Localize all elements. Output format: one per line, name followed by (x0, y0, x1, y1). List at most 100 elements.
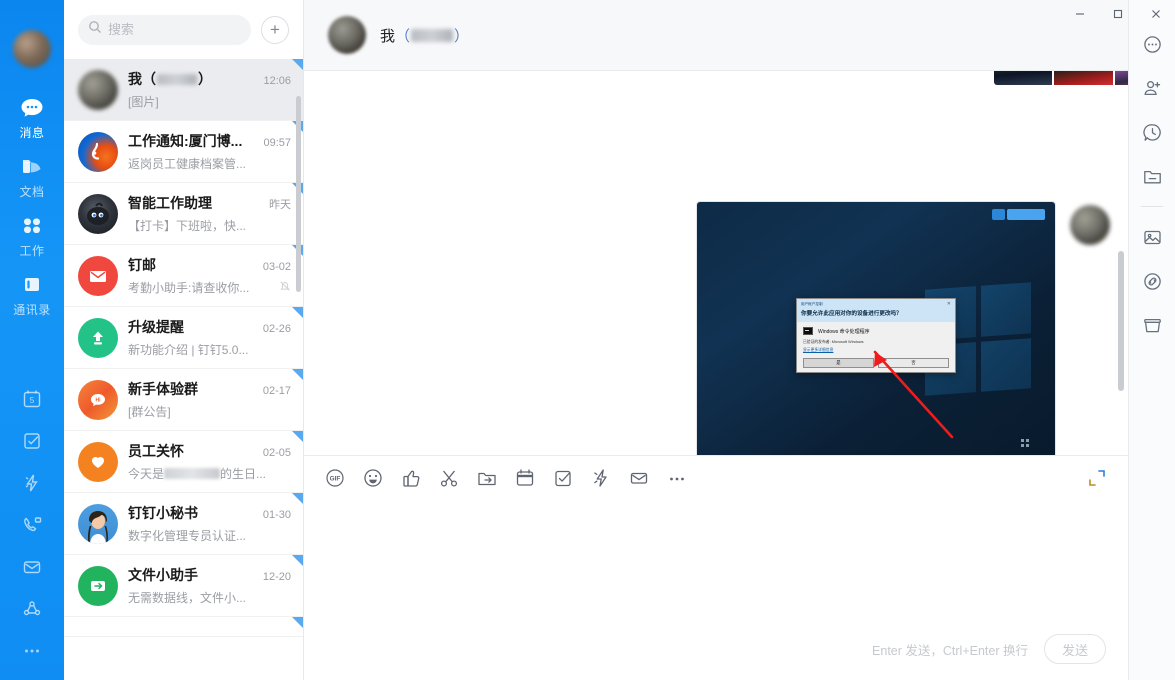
calendar-icon[interactable] (508, 461, 542, 495)
list-item-time: 02-26 (262, 323, 291, 335)
avatar (78, 317, 118, 358)
list-item[interactable]: 我（） 12:06 [图片] (64, 59, 303, 121)
sidebar-item-label: 文档 (19, 185, 45, 199)
close-icon[interactable]: ✕ (947, 301, 951, 307)
archive-box-icon[interactable] (1129, 303, 1175, 347)
folder-send-icon[interactable] (470, 461, 504, 495)
previous-image-message[interactable] (994, 71, 1128, 85)
more-dots-icon[interactable] (0, 630, 64, 672)
list-item[interactable]: 升级提醒 02-26 新功能介绍 | 钉钉5.0... (64, 307, 303, 369)
link-chain-icon[interactable] (1129, 259, 1175, 303)
history-clock-icon[interactable] (1129, 110, 1175, 154)
maximize-button[interactable] (1099, 0, 1137, 28)
envelope-icon[interactable] (622, 461, 656, 495)
sidebar-item-label: 工作 (19, 244, 45, 258)
team-share-icon[interactable] (0, 588, 64, 630)
contacts-book-icon (20, 272, 44, 298)
list-item[interactable]: 钉钉小秘书 01-30 数字化管理专员认证... (64, 493, 303, 555)
list-item-time: 02-17 (262, 385, 291, 397)
list-item-preview: 考勤小助手:请查收你... (128, 281, 250, 295)
list-item[interactable]: 员工关怀 02-05 今天是 的生日... (64, 431, 303, 493)
lightning-icon[interactable] (584, 461, 618, 495)
thumbs-up-icon[interactable] (394, 461, 428, 495)
scissors-icon[interactable] (432, 461, 466, 495)
thumb (994, 71, 1053, 85)
list-item[interactable]: Hi 新手体验群 02-17 [群公告] (64, 369, 303, 431)
list-item[interactable]: 工作通知:厦门博... 09:57 返岗员工健康档案管... (64, 121, 303, 183)
conversation-scroll[interactable]: 我（） 12:06 [图片] 工作通知:厦门博... 09:57 返岗员工健康档… (64, 59, 303, 680)
folder-icon[interactable] (1129, 154, 1175, 198)
video-call-icon[interactable] (0, 504, 64, 546)
list-item-title: 文件小助手 (128, 567, 198, 583)
calendar-5-icon[interactable]: 5 (0, 378, 64, 420)
conversation-avatar[interactable] (328, 16, 366, 54)
list-item[interactable] (64, 617, 303, 637)
sidebar-item-messages[interactable]: 消息 (0, 90, 64, 149)
send-button[interactable]: 发送 (1044, 634, 1106, 664)
sidebar-item-work[interactable]: 工作 (0, 208, 64, 267)
checkbox-task-icon[interactable] (546, 461, 580, 495)
list-item-preview: 无需数据线，文件小... (128, 591, 247, 605)
checkbox-task-icon[interactable] (0, 420, 64, 462)
sender-avatar[interactable] (1070, 205, 1110, 245)
list-item-preview: [群公告] (128, 405, 171, 419)
user-avatar[interactable] (13, 30, 51, 68)
search-input[interactable] (108, 22, 241, 37)
message-list[interactable]: 用户帐户控制 你要允许此应用对你的设备进行更改吗？ ✕ Windows 命令处理… (304, 71, 1128, 455)
expand-fullscreen-icon[interactable] (1080, 461, 1114, 495)
window-controls (1061, 0, 1175, 28)
message-row-outgoing: 用户帐户控制 你要允许此应用对你的设备进行更改吗？ ✕ Windows 命令处理… (304, 201, 1128, 455)
dingtalk-window: 消息 文档 工作 通讯录 5 搜索 + 我（ ） 12:06 [图片] 工作通知… (0, 0, 1175, 680)
sidebar-item-label: 通讯录 (13, 303, 51, 317)
more-dots-icon[interactable] (660, 461, 694, 495)
uac-no-button[interactable]: 否 (878, 358, 949, 368)
send-hint: Enter 发送，Ctrl+Enter 换行 (872, 643, 1028, 658)
unread-corner-marker (292, 59, 303, 70)
message-list-scrollbar[interactable] (1118, 251, 1124, 391)
minimize-button[interactable] (1061, 0, 1099, 28)
list-item-preview: 新功能介绍 | 钉钉5.0... (128, 343, 249, 357)
unread-corner-marker (292, 617, 303, 628)
envelope-icon[interactable] (0, 546, 64, 588)
list-item-title: 新手体验群 (128, 381, 198, 397)
screen-record-badge (992, 209, 1045, 220)
list-item-time: 12:06 (263, 75, 291, 87)
sidebar-item-docs[interactable]: 文档 (0, 149, 64, 208)
blurred-name (411, 28, 454, 42)
more-circle-icon[interactable] (1129, 22, 1175, 66)
conversation-list-scrollbar[interactable] (296, 96, 301, 292)
list-item-body: 新手体验群 02-17 [群公告] (128, 379, 291, 420)
add-person-icon[interactable] (1129, 66, 1175, 110)
message-image-uac-screenshot[interactable]: 用户帐户控制 你要允许此应用对你的设备进行更改吗？ ✕ Windows 命令处理… (696, 201, 1056, 455)
uac-details-link[interactable]: 显示更多详细信息 (803, 348, 949, 353)
thumb (1054, 71, 1113, 85)
sidebar-item-label: 消息 (19, 126, 45, 140)
search-box[interactable] (78, 14, 251, 45)
right-tool-rail (1128, 0, 1175, 680)
message-input[interactable] (324, 502, 1108, 616)
image-picture-icon[interactable] (1129, 215, 1175, 259)
list-item-title: 钉钉小秘书 (128, 505, 198, 521)
add-button[interactable]: + (261, 15, 289, 44)
lightning-icon[interactable] (0, 462, 64, 504)
avatar (78, 255, 118, 296)
divider (1141, 206, 1163, 207)
uac-yes-button[interactable]: 是 (803, 358, 874, 368)
uac-title: 用户帐户控制 (801, 302, 823, 306)
gif-icon[interactable]: GIF (318, 461, 352, 495)
emoji-smile-icon[interactable] (356, 461, 390, 495)
message-input-wrapper[interactable] (304, 500, 1128, 618)
list-item[interactable]: 智能工作助理 昨天 【打卡】下班啦，快... (64, 183, 303, 245)
unread-corner-marker (292, 307, 303, 318)
rail-nav-list: 消息 文档 工作 通讯录 (0, 90, 64, 326)
sidebar-item-contacts[interactable]: 通讯录 (0, 267, 64, 326)
console-icon (803, 327, 813, 335)
uac-dialog: 用户帐户控制 你要允许此应用对你的设备进行更改吗？ ✕ Windows 命令处理… (796, 298, 956, 373)
list-item-body: 文件小助手 12-20 无需数据线，文件小... (128, 565, 291, 606)
svg-text:5: 5 (30, 396, 35, 405)
close-button[interactable] (1137, 0, 1175, 28)
chat-header: 我 （ ） (304, 0, 1128, 71)
list-item[interactable]: 钉邮 03-02 考勤小助手:请查收你... (64, 245, 303, 307)
send-row: Enter 发送，Ctrl+Enter 换行 发送 (304, 618, 1128, 680)
list-item[interactable]: 文件小助手 12-20 无需数据线，文件小... (64, 555, 303, 617)
